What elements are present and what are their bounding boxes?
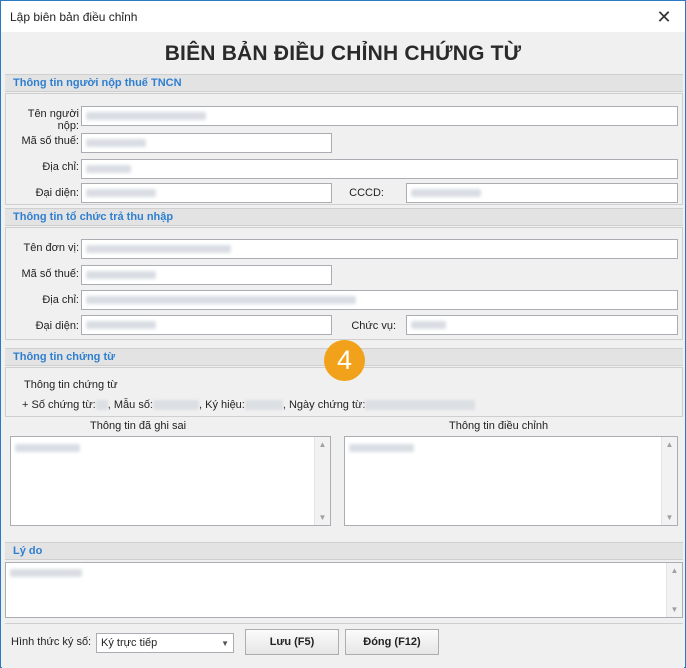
payer-address-field[interactable] (81, 290, 678, 310)
document-number-value (95, 400, 108, 411)
corrected-info-scrollbar[interactable]: ▲ ▼ (661, 437, 677, 525)
payer-position-field[interactable] (406, 315, 678, 335)
page-title: BIÊN BẢN ĐIỀU CHỈNH CHỨNG TỪ (164, 42, 522, 65)
section-header-payer: Thông tin tổ chức trả thu nhập (5, 208, 683, 226)
template-label: , Mẫu số: (107, 399, 153, 411)
taxpayer-representative-field[interactable] (81, 183, 332, 203)
corrected-info-textarea[interactable]: ▲ ▼ (344, 436, 678, 526)
scroll-down-arrow-icon[interactable]: ▼ (667, 602, 682, 617)
step-badge: 4 (324, 340, 365, 381)
footer-divider (5, 623, 683, 624)
wrong-info-label: Thông tin đã ghi sai (90, 420, 187, 432)
payer-tax-code-field[interactable] (81, 265, 332, 285)
scroll-up-arrow-icon[interactable]: ▲ (315, 437, 330, 452)
window-title: Lập biên bản điều chỉnh (10, 10, 138, 24)
document-date-label: , Ngày chứng từ: (282, 399, 366, 411)
section-title-payer: Thông tin tổ chức trả thu nhập (13, 211, 174, 223)
scroll-down-arrow-icon[interactable]: ▼ (662, 510, 677, 525)
sign-method-value: Ký trực tiếp (101, 637, 158, 649)
document-info-title: Thông tin chứng từ (24, 379, 118, 391)
dialog-body: BIÊN BẢN ĐIỀU CHỈNH CHỨNG TỪ Thông tin n… (2, 32, 684, 668)
payer-representative-label: Đại diện: (35, 320, 79, 332)
close-button[interactable]: Đóng (F12) (345, 629, 439, 655)
taxpayer-panel: Tên người nộp: Mã số thuế: Địa chỉ: Đại … (5, 93, 683, 205)
payer-unit-name-label: Tên đơn vị: (23, 242, 79, 254)
section-title-document: Thông tin chứng từ (13, 351, 116, 363)
wrong-info-textarea[interactable]: ▲ ▼ (10, 436, 331, 526)
symbol-value (244, 400, 283, 411)
scroll-up-arrow-icon[interactable]: ▲ (667, 563, 682, 578)
section-title-taxpayer: Thông tin người nộp thuế TNCN (13, 77, 182, 89)
payer-representative-field[interactable] (81, 315, 332, 335)
scroll-up-arrow-icon[interactable]: ▲ (662, 437, 677, 452)
reason-textarea[interactable]: ▲ ▼ (5, 562, 683, 618)
save-button[interactable]: Lưu (F5) (245, 629, 339, 655)
section-header-reason: Lý do (5, 542, 683, 560)
reason-scrollbar[interactable]: ▲ ▼ (666, 563, 682, 617)
sign-method-select[interactable]: Ký trực tiếp ▼ (96, 633, 234, 653)
section-header-taxpayer: Thông tin người nộp thuế TNCN (5, 74, 683, 92)
payer-panel: Tên đơn vị: Mã số thuế: Địa chỉ: Đại diệ… (5, 227, 683, 340)
taxpayer-name-label: Tên người nộp: (27, 108, 79, 132)
taxpayer-tax-code-label: Mã số thuế: (21, 135, 79, 147)
symbol-label: , Ký hiệu: (199, 399, 245, 411)
scroll-down-arrow-icon[interactable]: ▼ (315, 510, 330, 525)
taxpayer-representative-label: Đại diện: (35, 187, 79, 199)
payer-unit-name-field[interactable] (81, 239, 678, 259)
taxpayer-name-field[interactable] (81, 106, 678, 126)
document-date-value (365, 400, 476, 411)
chevron-down-icon[interactable]: ▼ (221, 639, 229, 648)
adjustment-record-dialog: Lập biên bản điều chỉnh ✕ BIÊN BẢN ĐIỀU … (0, 0, 686, 668)
document-number-label: + Số chứng từ: (22, 399, 96, 411)
sign-method-label: Hình thức ký số: (11, 636, 92, 648)
section-title-reason: Lý do (13, 545, 43, 557)
taxpayer-address-label: Địa chỉ: (42, 161, 79, 173)
taxpayer-address-field[interactable] (81, 159, 678, 179)
payer-position-label: Chức vụ: (351, 320, 396, 332)
payer-tax-code-label: Mã số thuế: (21, 268, 79, 280)
payer-address-label: Địa chỉ: (42, 294, 79, 306)
close-icon[interactable]: ✕ (649, 4, 679, 30)
document-info-line: + Số chứng từ: , Mẫu số: , Ký hiệu: , Ngày … (22, 399, 476, 411)
title-bar: Lập biên bản điều chỉnh ✕ (1, 1, 685, 32)
wrong-info-scrollbar[interactable]: ▲ ▼ (314, 437, 330, 525)
corrected-info-label: Thông tin điều chỉnh (449, 420, 549, 432)
taxpayer-cccd-field[interactable] (406, 183, 678, 203)
taxpayer-tax-code-field[interactable] (81, 133, 332, 153)
taxpayer-cccd-label: CCCD: (349, 187, 384, 199)
template-value (153, 400, 199, 411)
